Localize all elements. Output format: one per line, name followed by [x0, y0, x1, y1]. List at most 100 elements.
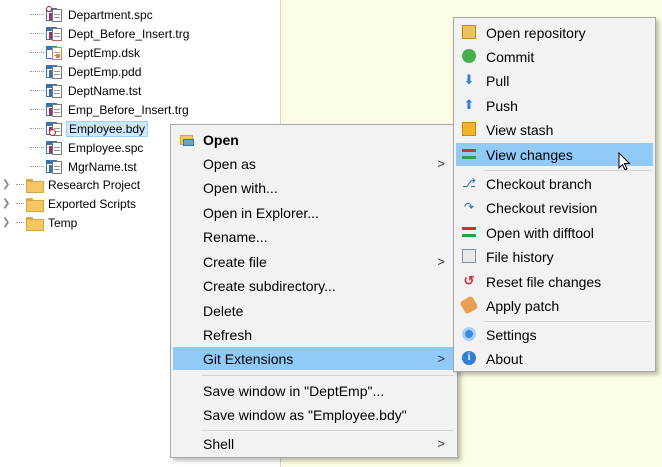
menu-separator — [484, 321, 651, 322]
menu-item-label: Checkout branch — [486, 175, 592, 192]
menu-item-label: Reset file changes — [486, 273, 602, 290]
menu-item-open-as[interactable]: Open as > — [173, 152, 455, 175]
desktop-file-icon — [46, 45, 62, 61]
git-menu-item-open-with-difftool[interactable]: Open with difftool — [456, 221, 653, 244]
menu-item-open-with[interactable]: Open with... — [173, 176, 455, 199]
package-spec-icon — [46, 5, 62, 23]
menu-item-create-file[interactable]: Create file > — [173, 250, 455, 273]
tree-file-label: MgrName.tst — [68, 159, 137, 174]
menu-item-git-extensions[interactable]: Git Extensions > — [173, 347, 455, 370]
git-menu-item-view-stash[interactable]: View stash — [456, 118, 653, 141]
git-menu-item-apply-patch[interactable]: Apply patch — [456, 294, 653, 317]
git-menu-item-commit[interactable]: Commit — [456, 45, 653, 68]
tree-file-label: Dept_Before_Insert.trg — [68, 26, 190, 41]
tree-file-label: Employee.bdy — [66, 120, 149, 137]
menu-item-create-subdirectory[interactable]: Create subdirectory... — [173, 274, 455, 297]
submenu-arrow-icon: > — [437, 156, 445, 171]
git-menu-item-reset-file-changes[interactable]: ↺ Reset file changes — [456, 270, 653, 293]
tree-file-row[interactable]: MgrName.tst — [30, 157, 139, 176]
menu-item-save-window-as[interactable]: Save window as "Employee.bdy" — [173, 403, 455, 426]
package-body-icon — [46, 121, 62, 137]
tree-file-row[interactable]: Dept_Before_Insert.trg — [30, 24, 191, 43]
tree-file-label: Emp_Before_Insert.trg — [68, 102, 189, 117]
menu-item-delete[interactable]: Delete — [173, 299, 455, 322]
menu-item-label: Open — [203, 131, 239, 148]
checkout-revision-icon: ↷ — [463, 200, 475, 214]
menu-item-label: Open repository — [486, 24, 586, 41]
git-menu-item-checkout-branch[interactable]: ⎇ Checkout branch — [456, 172, 653, 195]
expand-chevron-icon[interactable]: ❯ — [2, 198, 12, 209]
tree-folder-row[interactable]: ❯ Research Project — [2, 175, 142, 194]
push-arrow-icon: ⬆ — [463, 97, 475, 112]
mouse-cursor-icon — [618, 152, 631, 171]
menu-item-label: Create file — [203, 253, 267, 270]
expand-chevron-icon[interactable]: ❯ — [2, 217, 12, 228]
menu-item-open-in-explorer[interactable]: Open in Explorer... — [173, 201, 455, 224]
tree-folder-row[interactable]: ❯ Temp — [2, 213, 79, 232]
package-spec-icon — [46, 140, 62, 156]
tree-file-label: DeptEmp.dsk — [68, 45, 141, 60]
menu-item-label: Save window as "Employee.bdy" — [203, 406, 407, 423]
menu-item-refresh[interactable]: Refresh — [173, 323, 455, 346]
tree-file-row[interactable]: DeptEmp.pdd — [30, 62, 143, 81]
submenu-arrow-icon: > — [437, 254, 445, 269]
stash-icon — [462, 122, 476, 136]
menu-item-label: Open with... — [203, 179, 278, 196]
tree-folder-label: Research Project — [48, 177, 141, 192]
git-menu-item-push[interactable]: ⬆ Push — [456, 94, 653, 117]
submenu-arrow-icon: > — [437, 351, 445, 366]
menu-item-label: Apply patch — [486, 297, 560, 314]
pdd-file-icon — [46, 64, 62, 80]
tree-file-row[interactable]: DeptEmp.dsk — [30, 43, 142, 62]
submenu-arrow-icon: > — [437, 436, 445, 451]
tree-file-row[interactable]: Emp_Before_Insert.trg — [30, 100, 191, 119]
folder-icon — [26, 197, 44, 212]
git-menu-item-pull[interactable]: ⬇ Pull — [456, 69, 653, 92]
folder-icon — [26, 178, 44, 193]
checkout-branch-icon: ⎇ — [462, 176, 476, 190]
difftool-icon — [462, 227, 476, 237]
menu-item-open[interactable]: Open — [173, 128, 455, 151]
folder-icon — [26, 216, 44, 231]
git-menu-item-about[interactable]: i About — [456, 347, 653, 370]
git-menu-item-file-history[interactable]: File history — [456, 245, 653, 268]
menu-item-save-window-in[interactable]: Save window in "DeptEmp"... — [173, 379, 455, 402]
menu-item-label: Rename... — [203, 228, 268, 245]
expand-chevron-icon[interactable]: ❯ — [2, 179, 12, 190]
tree-file-row-selected[interactable]: Employee.bdy — [30, 119, 149, 138]
open-folder-icon — [179, 132, 195, 148]
test-script-icon — [46, 83, 62, 99]
trigger-icon — [46, 102, 62, 118]
tree-file-row[interactable]: Employee.spc — [30, 138, 145, 157]
tree-file-label: DeptEmp.pdd — [68, 64, 142, 79]
menu-item-label: File history — [486, 248, 554, 265]
menu-item-label: Pull — [486, 72, 510, 89]
tree-file-row[interactable]: Department.spc — [30, 5, 155, 24]
tree-file-row[interactable]: DeptName.tst — [30, 81, 143, 100]
tree-file-label: DeptName.tst — [68, 83, 142, 98]
git-menu-item-open-repository[interactable]: Open repository — [456, 21, 653, 44]
reset-icon: ↺ — [463, 273, 475, 288]
menu-item-label: Save window in "DeptEmp"... — [203, 382, 385, 399]
git-menu-item-settings[interactable]: Settings — [456, 323, 653, 346]
about-icon: i — [462, 351, 476, 365]
git-menu-item-checkout-revision[interactable]: ↷ Checkout revision — [456, 196, 653, 219]
menu-item-label: Refresh — [203, 326, 253, 343]
tree-folder-row[interactable]: ❯ Exported Scripts — [2, 194, 138, 213]
commit-icon — [462, 49, 476, 63]
menu-item-shell[interactable]: Shell > — [173, 432, 455, 455]
menu-separator — [484, 170, 651, 171]
menu-item-label: Push — [486, 97, 518, 114]
menu-item-label: Open with difftool — [486, 224, 594, 241]
open-repository-icon — [462, 25, 476, 39]
test-script-icon — [46, 159, 62, 175]
menu-item-label: Shell — [203, 435, 235, 452]
menu-item-label: Delete — [203, 302, 244, 319]
git-menu-item-view-changes[interactable]: View changes — [456, 143, 653, 171]
menu-item-label: Create subdirectory... — [203, 277, 336, 294]
menu-item-label: Commit — [486, 48, 535, 65]
menu-separator — [201, 375, 453, 376]
menu-item-rename[interactable]: Rename... — [173, 225, 455, 248]
apply-patch-icon — [459, 295, 479, 315]
menu-item-label: Git Extensions — [203, 350, 294, 367]
